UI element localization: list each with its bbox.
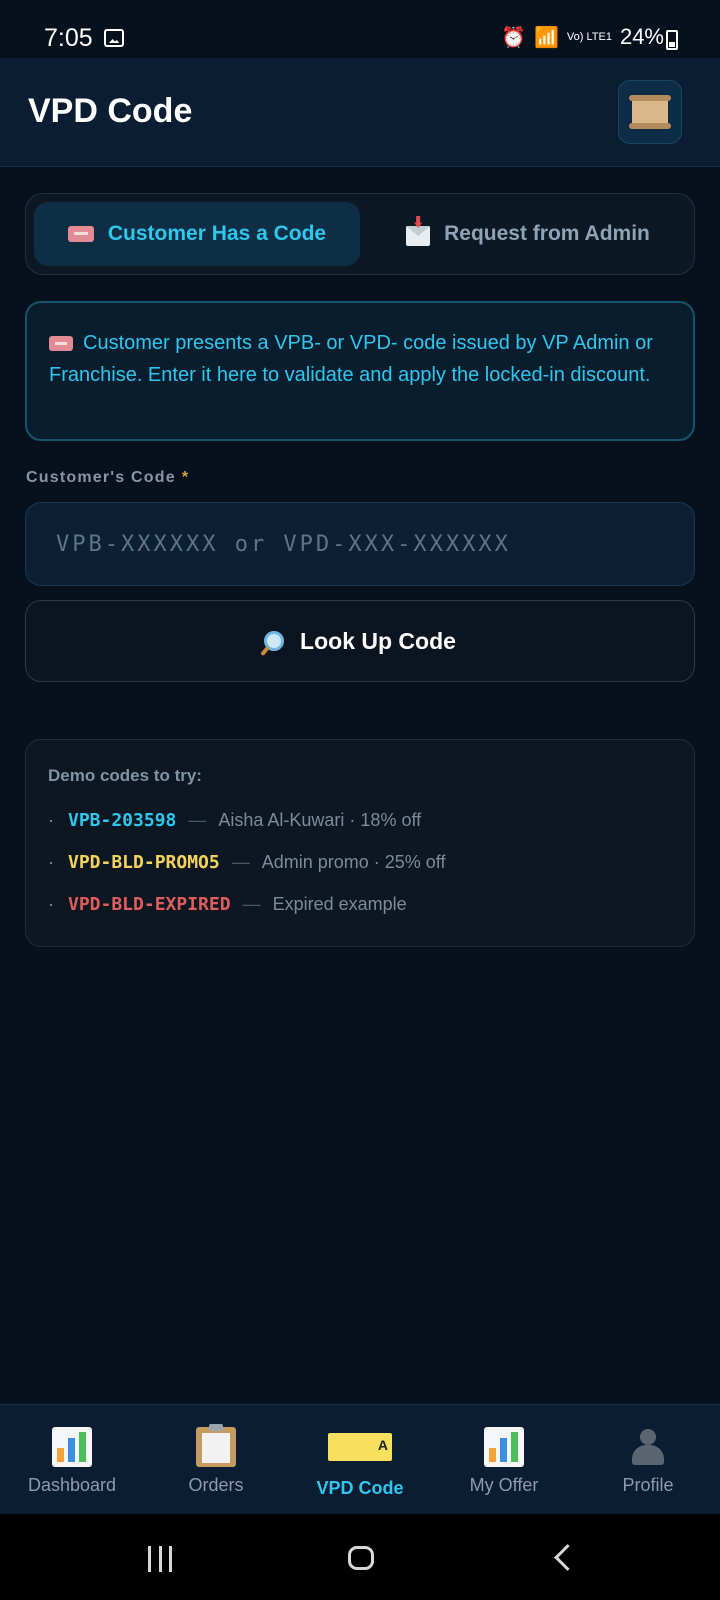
bullet: · xyxy=(48,894,54,914)
status-bar: 7:05 ⏰ 📶 Vo) LTE1 24% xyxy=(0,0,720,58)
home-button[interactable] xyxy=(348,1546,374,1570)
nav-label: Profile xyxy=(622,1475,674,1495)
nav-profile[interactable]: Profile xyxy=(576,1405,720,1515)
wifi-icon: 📶 xyxy=(534,26,559,49)
tab-label: Customer Has a Code xyxy=(107,222,327,245)
page-title: VPD Code xyxy=(28,92,193,130)
nav-label: Dashboard xyxy=(27,1475,117,1495)
magnifier-icon xyxy=(264,631,285,651)
bottom-nav: Dashboard Orders VPD Code My Offer Profi… xyxy=(0,1404,720,1515)
nav-orders[interactable]: Orders xyxy=(144,1405,288,1515)
code-input[interactable] xyxy=(25,502,695,586)
nav-label: Orders xyxy=(188,1475,244,1495)
separator: — xyxy=(242,894,261,914)
demo-code: VPD-BLD-EXPIRED xyxy=(68,894,231,915)
demo-title: Demo codes to try: xyxy=(48,766,202,785)
scroll-icon xyxy=(629,95,671,129)
mode-tabs: Customer Has a Code Request from Admin xyxy=(25,193,695,275)
network-label: Vo) LTE1 xyxy=(566,30,612,43)
demo-code: VPB-203598 xyxy=(68,810,177,831)
envelope-icon xyxy=(406,226,431,246)
nav-my-offer[interactable]: My Offer xyxy=(432,1405,576,1515)
system-nav-bar xyxy=(0,1514,720,1600)
info-banner: Customer presents a VPB- or VPD- code is… xyxy=(25,301,695,441)
info-text: Customer presents a VPB- or VPD- code is… xyxy=(49,332,653,386)
demo-code-row[interactable]: · VPD-BLD-PROMO5 — Admin promo · 25% off xyxy=(48,852,445,873)
ticket-icon xyxy=(49,336,73,352)
demo-description: Admin promo · 25% off xyxy=(261,852,446,872)
nav-label: VPD Code xyxy=(316,1478,404,1498)
status-time: 7:05 xyxy=(44,24,93,52)
tab-request-from-admin[interactable]: Request from Admin xyxy=(372,202,684,266)
separator: — xyxy=(188,810,207,830)
required-mark: * xyxy=(181,469,190,486)
history-button[interactable] xyxy=(618,80,682,144)
gallery-icon xyxy=(104,29,124,47)
nav-dashboard[interactable]: Dashboard xyxy=(0,1405,144,1515)
ticket-icon xyxy=(67,226,94,242)
code-label-text: Customer's Code xyxy=(26,469,176,486)
status-icons: ⏰ 📶 Vo) LTE1 24% xyxy=(501,24,664,50)
recent-apps-button[interactable] xyxy=(148,1546,172,1572)
alarm-icon: ⏰ xyxy=(501,26,526,49)
bullet: · xyxy=(48,810,54,830)
demo-code-row[interactable]: · VPB-203598 — Aisha Al-Kuwari · 18% off xyxy=(48,810,421,831)
demo-codes-panel: Demo codes to try: · VPB-203598 — Aisha … xyxy=(25,739,695,947)
demo-description: Aisha Al-Kuwari · 18% off xyxy=(218,810,422,830)
bar-chart-icon xyxy=(484,1427,524,1467)
code-field-label: Customer's Code * xyxy=(26,469,189,487)
demo-description: Expired example xyxy=(272,894,407,914)
clipboard-icon xyxy=(196,1424,236,1467)
battery-icon xyxy=(666,30,678,50)
demo-code-row[interactable]: · VPD-BLD-EXPIRED — Expired example xyxy=(48,894,407,915)
demo-code: VPD-BLD-PROMO5 xyxy=(68,852,220,873)
nav-label: My Offer xyxy=(469,1475,539,1495)
battery-percent: 24% xyxy=(619,24,664,49)
look-up-code-button[interactable]: Look Up Code xyxy=(25,600,695,682)
nav-vpd-code[interactable]: VPD Code xyxy=(288,1405,432,1515)
tab-customer-has-code[interactable]: Customer Has a Code xyxy=(34,202,360,266)
ticket-icon xyxy=(328,1433,392,1461)
look-up-label: Look Up Code xyxy=(300,627,456,654)
separator: — xyxy=(231,852,250,872)
bar-chart-icon xyxy=(52,1427,92,1467)
person-icon xyxy=(628,1427,668,1467)
tab-label: Request from Admin xyxy=(444,222,650,245)
bullet: · xyxy=(48,852,54,872)
app-bar: VPD Code xyxy=(0,58,720,167)
back-button[interactable] xyxy=(554,1544,581,1571)
